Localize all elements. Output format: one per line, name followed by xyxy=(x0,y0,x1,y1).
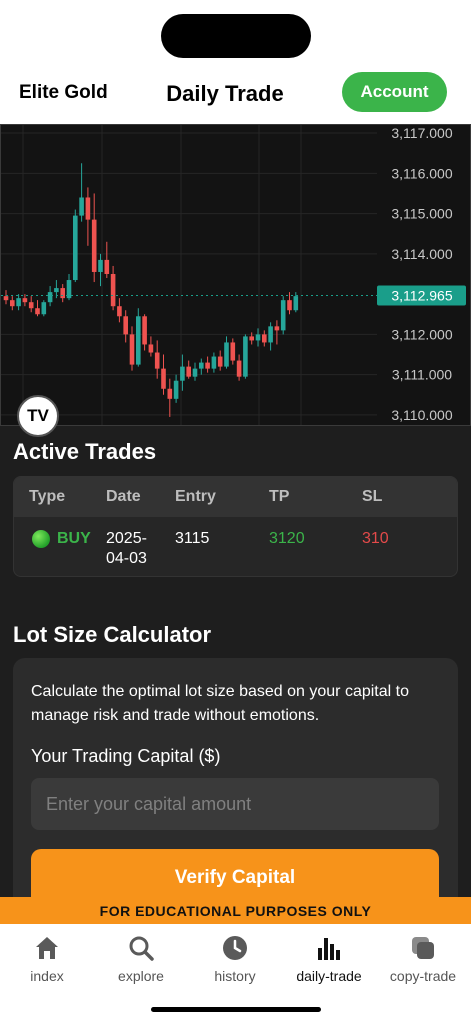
search-icon xyxy=(129,936,154,961)
candle-body xyxy=(280,300,286,331)
y-tick-label: 3,115.000 xyxy=(391,206,452,222)
y-tick-label: 3,116.000 xyxy=(391,165,452,181)
candle-body xyxy=(104,259,110,274)
copy-icon xyxy=(412,937,434,959)
candle-body xyxy=(205,362,210,369)
candle-body xyxy=(123,316,128,335)
candle-body xyxy=(41,302,47,315)
home-icon xyxy=(36,937,58,959)
candle-body xyxy=(110,273,116,307)
candle-body xyxy=(161,368,166,389)
lot-size-calculator-title: Lot Size Calculator xyxy=(13,622,212,647)
column-header-sl: SL xyxy=(362,488,383,505)
candle-body xyxy=(85,197,91,220)
tab-explore[interactable]: explore xyxy=(94,924,188,994)
candle-body xyxy=(3,296,9,301)
y-tick-label: 3,114.000 xyxy=(391,246,452,262)
candle-body xyxy=(79,197,84,216)
candle-body xyxy=(173,380,179,399)
candle-body xyxy=(148,344,154,353)
tradingview-logo-icon[interactable]: TV xyxy=(17,395,59,437)
candle-body xyxy=(10,300,15,307)
table-header: Type Date Entry TP SL xyxy=(14,477,457,517)
current-price-label: 3,112.965 xyxy=(391,288,452,304)
y-tick-label: 3,117.000 xyxy=(391,125,452,141)
candle-body xyxy=(180,366,185,381)
home-indicator xyxy=(151,1007,321,1012)
clock-icon xyxy=(223,936,247,960)
candle-body xyxy=(262,334,267,343)
candle-body xyxy=(35,308,40,315)
lot-size-calculator-card: Calculate the optimal lot size based on … xyxy=(13,658,458,918)
y-tick-label: 3,110.000 xyxy=(391,407,452,423)
candle-body xyxy=(167,388,173,399)
dynamic-island xyxy=(161,14,311,58)
candle-body xyxy=(28,302,34,309)
trade-type: BUY xyxy=(57,530,91,547)
tab-label: copy-trade xyxy=(389,968,457,984)
educational-disclaimer-banner: FOR EDUCATIONAL PURPOSES ONLY xyxy=(0,897,471,924)
candle-body xyxy=(255,334,261,341)
trade-entry: 3115 xyxy=(175,530,210,547)
candlestick-chart[interactable]: 3,117.000 3,116.000 3,115.000 3,114.000 3,11… xyxy=(1,125,470,425)
candle-body xyxy=(117,306,122,317)
app-header: Elite Gold Daily Trade Account xyxy=(0,64,471,124)
trade-tp: 3120 xyxy=(269,530,305,547)
capital-label: Your Trading Capital ($) xyxy=(31,746,221,766)
y-tick-label: 3,112.000 xyxy=(391,326,452,342)
candle-body xyxy=(186,366,191,377)
tab-label: index xyxy=(30,968,64,984)
column-header-date: Date xyxy=(106,488,141,505)
candle-body xyxy=(293,296,299,311)
capital-input[interactable] xyxy=(31,778,439,830)
candle-body xyxy=(73,215,78,281)
column-header-tp: TP xyxy=(269,488,290,505)
column-header-entry: Entry xyxy=(175,488,216,505)
candle-body xyxy=(22,298,28,303)
bar-chart-icon xyxy=(318,938,340,960)
candle-body xyxy=(60,288,65,299)
candle-body xyxy=(136,316,141,365)
candle-body xyxy=(268,326,273,343)
status-bar xyxy=(0,0,471,64)
candle-body xyxy=(154,352,160,369)
candle-body xyxy=(199,362,204,369)
tab-index[interactable]: index xyxy=(0,924,94,994)
candle-body xyxy=(142,316,147,345)
tab-history[interactable]: history xyxy=(188,924,282,994)
candle-body xyxy=(243,336,248,377)
candle-body xyxy=(16,298,21,307)
candle-body xyxy=(54,288,59,293)
candle-body xyxy=(249,336,254,341)
tab-copy-trade[interactable]: copy-trade xyxy=(376,924,470,994)
tab-label: explore xyxy=(118,968,164,984)
candle-body xyxy=(287,300,292,311)
price-chart[interactable]: 3,117.000 3,116.000 3,115.000 3,114.000 3,11… xyxy=(0,124,471,437)
y-tick-label: 3,111.000 xyxy=(392,367,452,383)
candle-body xyxy=(98,259,103,272)
candle-body xyxy=(211,356,217,369)
trade-date: 2025- 04-03 xyxy=(106,530,147,567)
tab-daily-trade[interactable]: daily-trade xyxy=(282,924,376,994)
candle-body xyxy=(129,334,135,365)
candle-body xyxy=(230,342,236,361)
candle-body xyxy=(274,326,280,331)
calculator-description: Calculate the optimal lot size based on … xyxy=(31,683,409,724)
active-trades-title: Active Trades xyxy=(13,439,157,464)
candle-body xyxy=(47,292,53,303)
account-button[interactable]: Account xyxy=(342,72,447,112)
candle-body xyxy=(91,219,97,272)
trade-sl: 310 xyxy=(362,530,389,547)
column-header-type: Type xyxy=(29,488,66,505)
candle-body xyxy=(236,360,242,377)
tab-label: history xyxy=(214,968,256,984)
candle-body xyxy=(224,342,229,367)
candle-body xyxy=(192,368,198,377)
active-trades-table: Type Date Entry TP SL BUY 2025- 04-03 31… xyxy=(13,476,458,577)
candle-body xyxy=(217,356,223,367)
tab-label: daily-trade xyxy=(296,968,362,984)
buy-status-dot-icon xyxy=(32,530,50,548)
